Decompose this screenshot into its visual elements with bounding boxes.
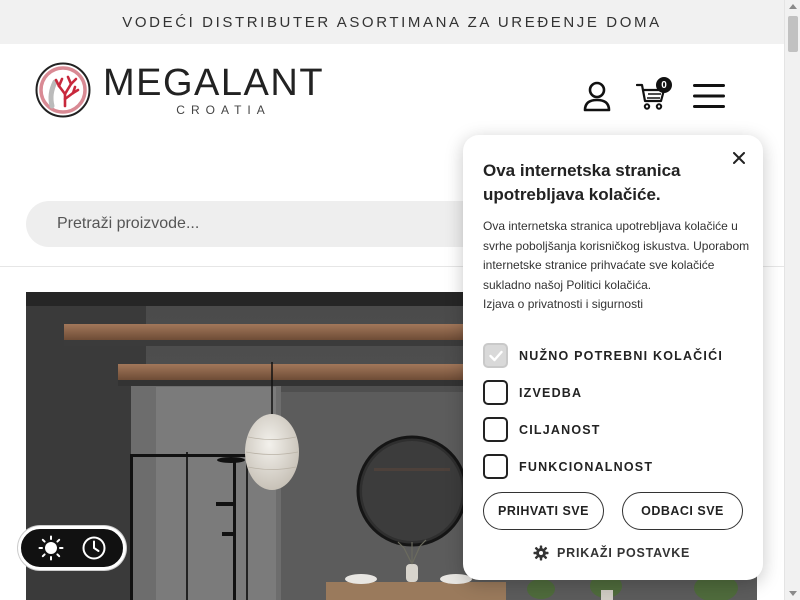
- scroll-down-arrow-icon[interactable]: [789, 591, 797, 596]
- accept-all-button[interactable]: PRIHVATI SVE: [483, 492, 604, 530]
- checkbox-necessary[interactable]: [483, 343, 508, 368]
- option-label-necessary: NUŽNO POTREBNI KOLAČIĆI: [519, 348, 723, 363]
- product-search: [26, 201, 486, 247]
- cart-count-badge: 0: [656, 77, 672, 93]
- privacy-statement-link[interactable]: Izjava o privatnosti i sigurnosti: [483, 297, 643, 311]
- close-icon: [733, 152, 745, 164]
- site-logo[interactable]: MEGALANT CROATIA: [35, 62, 324, 118]
- coral-logo-icon: [35, 62, 91, 118]
- theme-toggle[interactable]: [18, 526, 126, 570]
- reject-all-button[interactable]: ODBACI SVE: [622, 492, 743, 530]
- cookie-body-text: Ova internetska stranica upotrebljava ko…: [483, 219, 750, 292]
- announcement-bar: VODEĆI DISTRIBUTER ASORTIMANA ZA UREĐENJ…: [0, 0, 784, 44]
- show-settings-label: PRIKAŽI POSTAVKE: [557, 546, 691, 560]
- cookie-description: Ova internetska stranica upotrebljava ko…: [483, 217, 753, 315]
- checkbox-functionality[interactable]: [483, 454, 508, 479]
- cookie-option-performance[interactable]: IZVEDBA: [483, 374, 723, 411]
- sun-icon[interactable]: [38, 535, 64, 561]
- cookie-title: Ova internetska stranica upotrebljava ko…: [483, 161, 681, 204]
- logo-title: MEGALANT: [103, 61, 325, 104]
- cart-button[interactable]: 0: [636, 77, 672, 111]
- checkbox-targeting[interactable]: [483, 417, 508, 442]
- close-button[interactable]: [730, 149, 748, 167]
- cookie-option-functionality[interactable]: FUNKCIONALNOST: [483, 448, 723, 485]
- checkmark-icon: [488, 350, 503, 361]
- cookie-option-targeting[interactable]: CILJANOST: [483, 411, 723, 448]
- scroll-up-arrow-icon[interactable]: [789, 4, 797, 9]
- scrollbar-thumb[interactable]: [788, 16, 798, 52]
- user-icon[interactable]: [582, 80, 612, 112]
- cookie-option-necessary[interactable]: NUŽNO POTREBNI KOLAČIĆI: [483, 337, 723, 374]
- checkbox-performance[interactable]: [483, 380, 508, 405]
- page-scrollbar[interactable]: [784, 0, 800, 600]
- cookie-consent-dialog: Ova internetska stranica upotrebljava ko…: [463, 135, 763, 580]
- cookie-buttons: PRIHVATI SVE ODBACI SVE: [483, 492, 743, 530]
- option-label-performance: IZVEDBA: [519, 385, 583, 400]
- option-label-targeting: CILJANOST: [519, 422, 601, 437]
- option-label-functionality: FUNKCIONALNOST: [519, 459, 654, 474]
- logo-subtitle: CROATIA: [176, 102, 271, 117]
- clock-icon[interactable]: [81, 535, 107, 561]
- gear-icon: [533, 545, 549, 561]
- cookie-options: NUŽNO POTREBNI KOLAČIĆI IZVEDBA CILJANOS…: [483, 337, 723, 485]
- show-settings-link[interactable]: PRIKAŽI POSTAVKE: [533, 545, 690, 561]
- search-input[interactable]: [57, 215, 486, 233]
- announcement-text: VODEĆI DISTRIBUTER ASORTIMANA ZA UREĐENJ…: [122, 13, 662, 31]
- header-actions: 0: [582, 77, 726, 112]
- hamburger-menu-icon[interactable]: [692, 82, 726, 110]
